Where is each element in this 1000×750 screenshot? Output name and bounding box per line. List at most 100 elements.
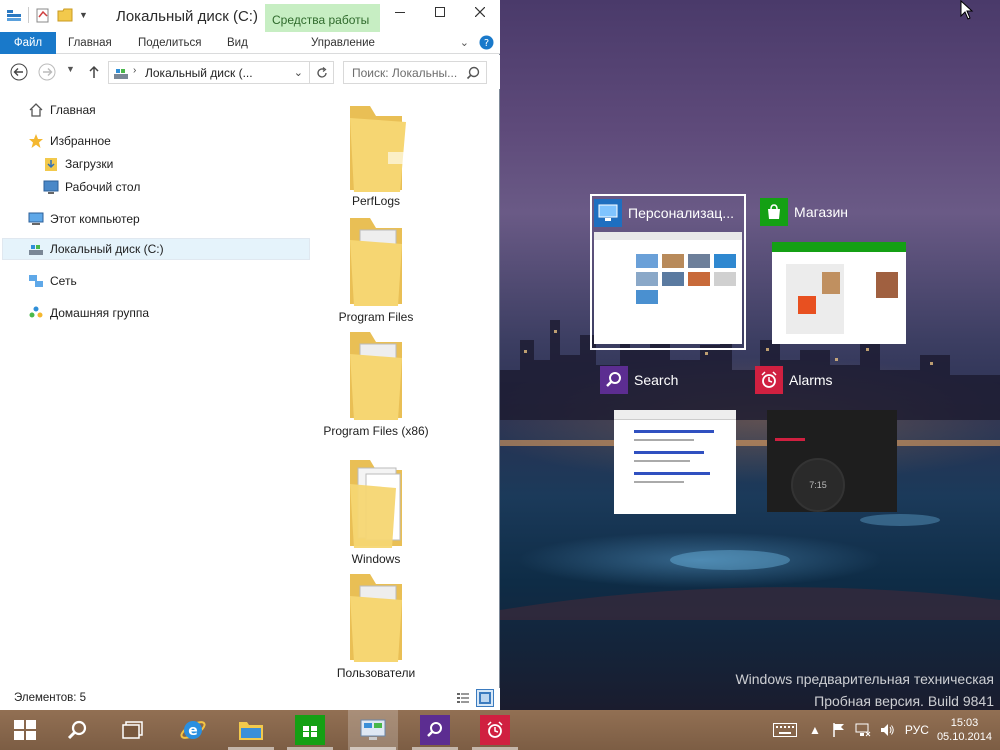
mouse-cursor-icon [960, 0, 974, 20]
action-center-button[interactable] [827, 710, 851, 750]
recent-locations-icon[interactable]: ▼ [66, 64, 75, 74]
content-pane: PerfLogs Program Files Program Files (x8… [311, 90, 499, 685]
input-language[interactable]: РУС [905, 723, 929, 737]
folder-item[interactable]: Пользователи [311, 568, 441, 681]
task-view-button[interactable] [108, 710, 158, 750]
navigation-pane: Главная Избранное Загрузки Рабочий стол … [0, 90, 311, 685]
address-bar[interactable]: › Локальный диск (... ⌄ [108, 61, 334, 84]
nav-item-favorites[interactable]: Избранное [28, 130, 111, 152]
alarm-icon [480, 715, 510, 745]
nav-item-label: Сеть [50, 274, 77, 288]
keyboard-icon [772, 723, 797, 737]
up-arrow-icon[interactable] [85, 63, 103, 81]
tab-manage[interactable]: Управление [311, 32, 375, 54]
nav-item-local-disk[interactable]: Локальный диск (C:) [2, 238, 310, 260]
back-arrow-icon[interactable] [10, 63, 28, 81]
properties-icon[interactable] [35, 7, 51, 23]
folder-label: Пользователи [336, 666, 416, 680]
watermark-line-1: Windows предварительная техническая [735, 671, 994, 687]
nav-item-this-pc[interactable]: Этот компьютер [28, 208, 140, 230]
folder-item[interactable]: PerfLogs [311, 96, 441, 209]
taskbar-store-button[interactable] [285, 710, 335, 750]
task-view-personalization[interactable]: Персонализац... [590, 194, 746, 350]
tab-file[interactable]: Файл [0, 32, 56, 54]
folder-label: Program Files (x86) [323, 424, 429, 438]
personalization-icon [594, 199, 622, 227]
show-hidden-icons-button[interactable]: ▲ [803, 710, 827, 750]
explorer-app-icon[interactable] [6, 7, 22, 23]
task-view-search[interactable]: Search [600, 364, 740, 516]
task-view-icon [122, 721, 143, 739]
clock[interactable]: 15:03 05.10.2014 [937, 716, 992, 744]
drive-icon [28, 241, 44, 257]
city-skyline [500, 310, 1000, 420]
store-thumbnail [772, 242, 906, 344]
nav-item-desktop[interactable]: Рабочий стол [43, 176, 140, 198]
refresh-button[interactable] [309, 62, 333, 83]
network-status-button[interactable] [851, 710, 875, 750]
taskbar-personalization-button[interactable] [348, 710, 398, 750]
close-button[interactable] [460, 0, 500, 24]
tab-home[interactable]: Главная [68, 32, 112, 54]
address-dropdown-icon[interactable]: ⌄ [294, 66, 303, 79]
personalization-icon [360, 719, 386, 740]
taskbar-search-app-button[interactable] [410, 710, 460, 750]
folder-item[interactable]: Windows [311, 454, 441, 567]
forward-arrow-icon[interactable] [38, 63, 56, 81]
file-explorer-window: ▼ Локальный диск (C:) Средства работы ..… [0, 0, 500, 710]
search-icon[interactable] [466, 66, 480, 80]
start-button[interactable] [0, 710, 50, 750]
folder-item[interactable]: Program Files (x86) [311, 326, 441, 439]
nav-item-downloads[interactable]: Загрузки [43, 153, 113, 175]
star-icon [28, 133, 44, 149]
computer-icon [28, 211, 44, 227]
nav-item-label: Рабочий стол [65, 180, 141, 194]
maximize-button[interactable] [420, 0, 460, 24]
folder-item[interactable]: Program Files [311, 212, 441, 325]
title-bar[interactable]: ▼ Локальный диск (C:) Средства работы ..… [0, 0, 500, 41]
details-view-icon [457, 693, 469, 703]
nav-item-home[interactable]: Главная [28, 99, 96, 121]
minimize-button[interactable] [380, 0, 420, 24]
breadcrumb-chevron-icon[interactable]: › [133, 65, 136, 76]
tab-share[interactable]: Поделиться [138, 32, 202, 54]
task-view-store[interactable]: Магазин [760, 196, 910, 348]
details-view-button[interactable] [454, 689, 472, 707]
large-icons-view-button[interactable] [476, 689, 494, 707]
taskbar-alarms-button[interactable] [470, 710, 520, 750]
taskbar-search-button[interactable] [52, 710, 102, 750]
new-folder-icon[interactable] [57, 7, 73, 23]
homegroup-icon [28, 305, 44, 321]
touch-keyboard-button[interactable] [767, 710, 803, 750]
home-icon [28, 102, 44, 118]
alarm-icon [755, 366, 783, 394]
folder-label: Program Files [338, 310, 414, 324]
nav-item-network[interactable]: Сеть [28, 270, 77, 292]
taskbar-ie-button[interactable]: e [168, 710, 218, 750]
taskbar-explorer-button[interactable] [226, 710, 276, 750]
quick-access-toolbar: ▼ [6, 7, 88, 23]
task-view-alarms[interactable]: Alarms 7:15 [755, 364, 900, 516]
search-icon [420, 715, 450, 745]
search-icon [600, 366, 628, 394]
qat-dropdown-icon[interactable]: ▼ [79, 10, 88, 20]
contextual-tab-header[interactable]: Средства работы ... [265, 4, 380, 41]
nav-item-label: Загрузки [65, 157, 114, 171]
nav-item-homegroup[interactable]: Домашняя группа [28, 302, 149, 324]
expand-ribbon-icon[interactable]: ⌄ [460, 36, 469, 49]
task-view-title: Alarms [789, 372, 833, 388]
large-icons-view-icon [479, 692, 491, 704]
tab-view[interactable]: Вид [227, 32, 248, 54]
volume-button[interactable] [875, 710, 899, 750]
nav-item-label: Избранное [50, 134, 111, 148]
help-icon[interactable]: ? [479, 35, 494, 50]
folder-label: PerfLogs [351, 194, 401, 208]
nav-item-label: Домашняя группа [50, 306, 150, 320]
folder-icon [350, 332, 402, 420]
folder-icon [350, 218, 402, 306]
task-view-title: Персонализац... [628, 205, 734, 221]
chevron-up-icon: ▲ [808, 723, 821, 737]
clock-date: 05.10.2014 [936, 731, 992, 743]
network-icon [28, 273, 44, 289]
svg-text:e: e [188, 723, 198, 739]
